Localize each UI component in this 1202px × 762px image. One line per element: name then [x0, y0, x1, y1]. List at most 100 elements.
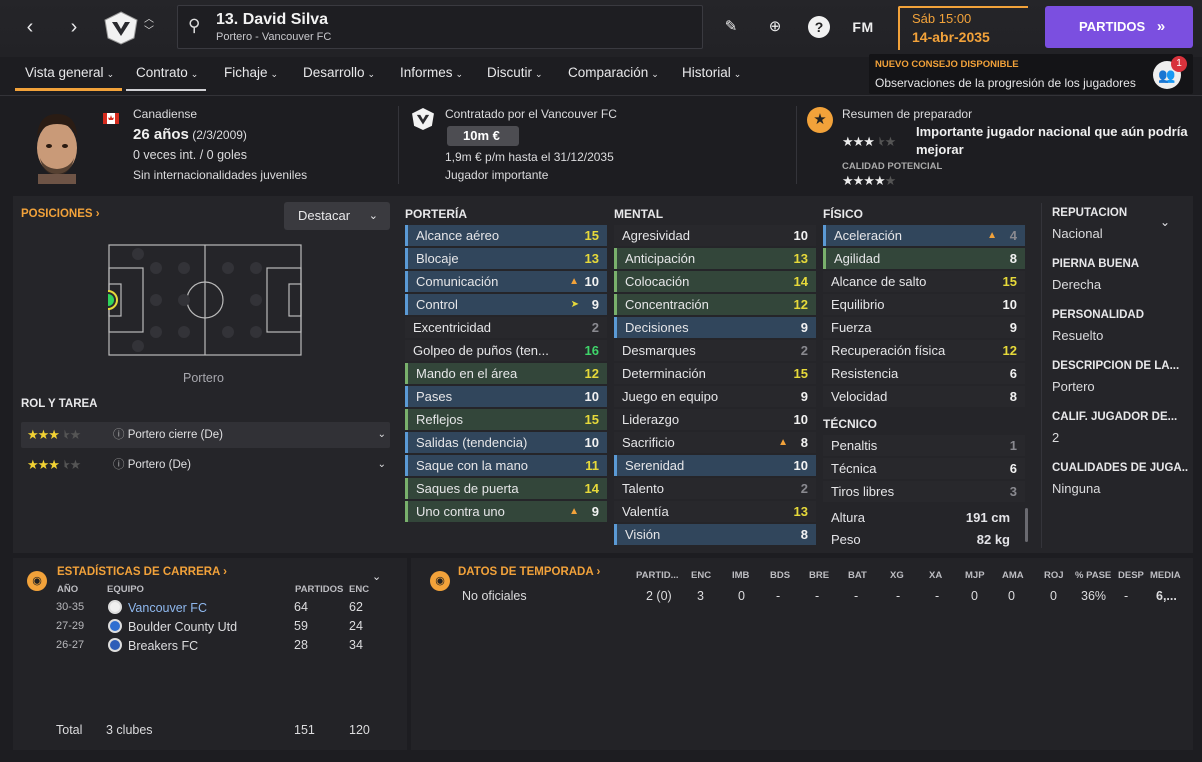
attribute-row[interactable]: Mando en el área 12: [405, 363, 607, 384]
career-stats-title: ESTADÍSTICAS DE CARRERA: [57, 566, 220, 578]
detail-label: PERSONALIDAD: [1052, 309, 1145, 321]
season-cell: 0: [971, 589, 978, 603]
season-col-header[interactable]: DESP: [1118, 570, 1144, 581]
season-col-header[interactable]: MJP: [965, 570, 985, 581]
edit-pencil-icon[interactable]: ✎: [720, 16, 742, 38]
attribute-row[interactable]: Pases 10: [405, 386, 607, 407]
attribute-row[interactable]: Agresividad 10: [614, 225, 816, 246]
career-team[interactable]: Vancouver FC: [108, 600, 207, 615]
highlight-dropdown[interactable]: Destacar ⌄: [284, 202, 390, 230]
attribute-row[interactable]: Alcance aéreo 15: [405, 225, 607, 246]
attribute-row[interactable]: Desmarques 2: [614, 340, 816, 361]
season-col-header[interactable]: % PASE: [1075, 570, 1111, 581]
tab-development[interactable]: Desarrollo ⌄: [303, 65, 375, 80]
help-icon[interactable]: ?: [808, 16, 830, 38]
season-col-header[interactable]: ROJ: [1044, 570, 1064, 581]
attribute-row[interactable]: Serenidad 10: [614, 455, 816, 476]
attribute-row[interactable]: Velocidad 8: [823, 386, 1025, 407]
attribute-row[interactable]: Juego en equipo 9: [614, 386, 816, 407]
player-face-avatar: [37, 114, 77, 184]
career-apps: 28: [294, 638, 308, 652]
weight-label: Peso: [831, 532, 861, 547]
detail-value: Portero: [1052, 379, 1095, 394]
career-stats-link[interactable]: ESTADÍSTICAS DE CARRERA ›: [57, 566, 227, 578]
role-row[interactable]: ★★★★★ ⓘ Portero cierre (De) ⌄: [21, 422, 390, 448]
attribute-row[interactable]: Equilibrio 10: [823, 294, 1025, 315]
attribute-row[interactable]: Colocación 14: [614, 271, 816, 292]
attribute-row[interactable]: Anticipación 13: [614, 248, 816, 269]
attribute-row[interactable]: Agilidad 8: [823, 248, 1025, 269]
attribute-row[interactable]: Recuperación física 12: [823, 340, 1025, 361]
role-row[interactable]: ★★★★★ ⓘ Portero (De) ⌄: [21, 452, 390, 478]
attribute-row[interactable]: Sacrificio 8 ▲: [614, 432, 816, 453]
season-col-header[interactable]: IMB: [732, 570, 749, 581]
tab-transfer[interactable]: Fichaje ⌄: [224, 65, 278, 80]
career-apps: 59: [294, 619, 308, 633]
season-col-header[interactable]: BAT: [848, 570, 867, 581]
season-col-header[interactable]: BRE: [809, 570, 829, 581]
detail-label: CUALIDADES DE JUGA...: [1052, 462, 1188, 474]
tab-reports[interactable]: Informes ⌄: [400, 65, 463, 80]
player-search-box[interactable]: ⚲ 13. David Silva Portero - Vancouver FC: [177, 5, 703, 49]
continue-button[interactable]: PARTIDOS »: [1045, 6, 1193, 48]
attribute-row[interactable]: Visión 8: [614, 524, 816, 545]
season-col-header[interactable]: ENC: [691, 570, 711, 581]
attribute-value: 11: [585, 458, 599, 473]
attribute-row[interactable]: Golpeo de puños (ten... 16: [405, 340, 607, 361]
game-date[interactable]: Sáb 15:00 14-abr-2035: [898, 6, 1028, 50]
positions-link[interactable]: POSICIONES ›: [21, 208, 100, 220]
back-arrow-icon[interactable]: ‹: [18, 12, 42, 42]
total-clubs: 3 clubes: [106, 723, 153, 737]
attribute-row[interactable]: Reflejos 15: [405, 409, 607, 430]
scrollbar[interactable]: [1025, 508, 1028, 542]
chevron-down-icon: ⌄: [190, 69, 199, 79]
attribute-row[interactable]: Tiros libres 3: [823, 481, 1025, 502]
tab-overview[interactable]: Vista general ⌄: [15, 65, 123, 91]
career-team[interactable]: Boulder County Utd: [108, 619, 237, 634]
attribute-row[interactable]: Concentración 12: [614, 294, 816, 315]
forward-arrow-icon[interactable]: ›: [62, 12, 86, 42]
attribute-row[interactable]: Control 9 ➤: [405, 294, 607, 315]
career-team[interactable]: Breakers FC: [108, 638, 198, 653]
attribute-row[interactable]: Penaltis 1: [823, 435, 1025, 456]
attribute-row[interactable]: Salidas (tendencia) 10: [405, 432, 607, 453]
season-cell: 2 (0): [646, 589, 672, 603]
advice-notification[interactable]: NUEVO CONSEJO DISPONIBLE Observaciones d…: [869, 54, 1193, 94]
tab-discuss[interactable]: Discutir ⌄: [487, 65, 543, 80]
attribute-value: 8: [800, 435, 808, 450]
season-col-header[interactable]: BDS: [770, 570, 790, 581]
attribute-row[interactable]: Aceleración 4 ▲: [823, 225, 1025, 246]
attribute-row[interactable]: Excentricidad 2: [405, 317, 607, 338]
attribute-row[interactable]: Uno contra uno 9 ▲: [405, 501, 607, 522]
club-crest-icon: [412, 108, 434, 130]
attribute-row[interactable]: Técnica 6: [823, 458, 1025, 479]
season-col-header[interactable]: XA: [929, 570, 942, 581]
attribute-row[interactable]: Liderazgo 10: [614, 409, 816, 430]
attribute-row[interactable]: Saques de puerta 14: [405, 478, 607, 499]
attribute-row[interactable]: Decisiones 9: [614, 317, 816, 338]
attribute-row[interactable]: Determinación 15: [614, 363, 816, 384]
season-col-header[interactable]: PARTID...: [636, 570, 679, 581]
chevron-down-icon[interactable]: ⌄: [1160, 215, 1170, 229]
attribute-row[interactable]: Blocaje 13: [405, 248, 607, 269]
attribute-row[interactable]: Valentía 13: [614, 501, 816, 522]
season-col-header[interactable]: AMA: [1002, 570, 1024, 581]
chevron-down-icon[interactable]: ⌄: [372, 570, 381, 583]
attribute-row[interactable]: Resistencia 6: [823, 363, 1025, 384]
attribute-row[interactable]: Saque con la mano 11: [405, 455, 607, 476]
club-crest-icon[interactable]: [102, 10, 140, 46]
squad-status: Jugador importante: [445, 168, 549, 182]
tab-contract[interactable]: Contrato ⌄: [126, 65, 207, 91]
season-col-header[interactable]: XG: [890, 570, 904, 581]
world-icon[interactable]: ⊕: [764, 16, 786, 38]
fm-menu-button[interactable]: FM: [850, 16, 876, 38]
tab-comparison[interactable]: Comparación ⌄: [568, 65, 659, 80]
season-stats-link[interactable]: DATOS DE TEMPORADA ›: [458, 566, 600, 578]
attribute-row[interactable]: Fuerza 9: [823, 317, 1025, 338]
attribute-row[interactable]: Alcance de salto 15: [823, 271, 1025, 292]
attribute-row[interactable]: Talento 2: [614, 478, 816, 499]
season-col-header[interactable]: MEDIA: [1150, 570, 1181, 581]
tab-history[interactable]: Historial ⌄: [682, 65, 741, 80]
attribute-row[interactable]: Comunicación 10 ▲: [405, 271, 607, 292]
player-switch-icon[interactable]: ︿ ﹀: [144, 14, 154, 38]
